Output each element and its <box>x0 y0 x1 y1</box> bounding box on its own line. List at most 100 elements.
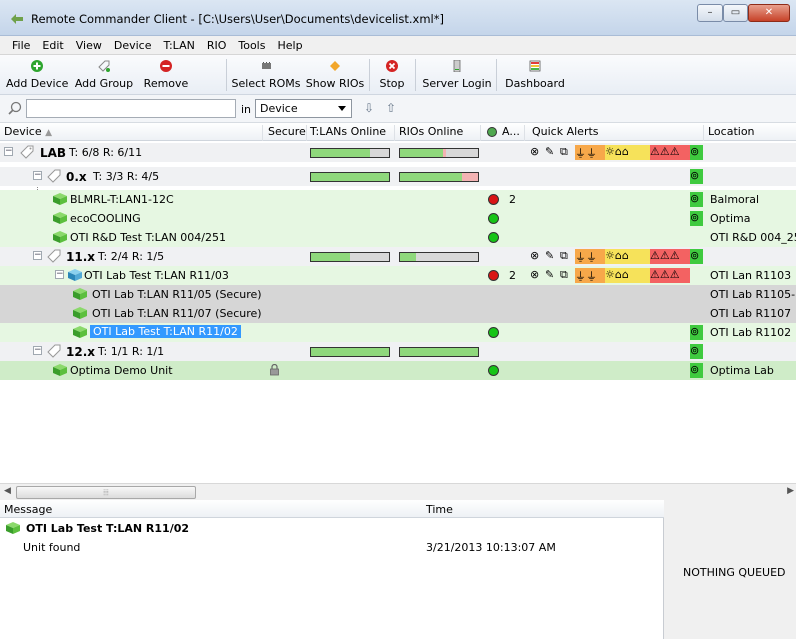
remove-button[interactable]: Remove <box>139 58 193 92</box>
bar-fill <box>400 149 443 157</box>
device-row-r1103[interactable]: − OTI Lab Test T:LAN R11/03 2 ⊗ ✎ ⧉ ⏚⏚ ☼… <box>0 266 796 285</box>
copy-alert-icon[interactable]: ⧉ <box>560 145 574 160</box>
power-alert-icon[interactable]: ⏚⏚ <box>575 249 605 264</box>
group-row-lab[interactable]: − LAB T: 6/8 R: 6/11 ⊗ ✎ ⧉ ⏚⏚ ☼⌂⌂ ⚠⚠⚠ ⊚ <box>0 143 796 162</box>
wrench-alert-icon[interactable]: ✎ <box>545 249 559 264</box>
previous-result-icon[interactable]: ⇧ <box>386 101 396 115</box>
weather-alert-icon[interactable]: ☼⌂⌂ <box>605 249 650 264</box>
rom-chip-icon <box>262 62 271 69</box>
network-alert-icon[interactable]: ⊗ <box>530 249 544 264</box>
group-tag-icon <box>47 169 61 183</box>
weather-alert-icon[interactable]: ☼⌂⌂ <box>605 145 650 160</box>
network-alert-icon[interactable]: ⊗ <box>530 145 544 160</box>
wrench-alert-icon[interactable]: ✎ <box>545 145 559 160</box>
show-rios-button[interactable]: Show RIOs <box>304 58 366 92</box>
scroll-left-icon[interactable]: ◀ <box>4 486 11 496</box>
col-quick-alerts[interactable]: Quick Alerts <box>532 125 599 138</box>
menu-file[interactable]: File <box>6 36 36 54</box>
tlans-online-bar <box>310 347 390 357</box>
menu-device[interactable]: Device <box>108 36 158 54</box>
message-source-row[interactable]: OTI Lab Test T:LAN R11/02 <box>0 519 664 538</box>
device-row-r1105[interactable]: OTI Lab T:LAN R11/05 (Secure) OTI Lab R1… <box>0 285 796 304</box>
device-row-r1107[interactable]: OTI Lab T:LAN R11/07 (Secure) OTI Lab R1… <box>0 304 796 323</box>
col-time[interactable]: Time <box>426 503 453 516</box>
menu-help[interactable]: Help <box>271 36 308 54</box>
device-name: OTI Lab T:LAN R11/05 (Secure) <box>92 288 262 301</box>
minimize-button[interactable]: – <box>697 4 723 22</box>
collapse-toggle[interactable]: − <box>33 251 42 260</box>
power-alert-icon[interactable]: ⏚⏚ <box>575 145 605 160</box>
menu-tlan[interactable]: T:LAN <box>157 36 200 54</box>
search-icon <box>8 101 22 115</box>
collapse-toggle[interactable]: − <box>4 147 13 156</box>
next-result-icon[interactable]: ⇩ <box>364 101 374 115</box>
device-row-r1102[interactable]: OTI Lab Test T:LAN R11/02 ⊚ OTI Lab R110… <box>0 323 796 342</box>
server-login-button[interactable]: Server Login <box>421 58 493 92</box>
device-row-optima-demo[interactable]: Optima Demo Unit ⊚ Optima Lab <box>0 361 796 380</box>
add-device-label: Add Device <box>6 77 69 90</box>
search-input[interactable] <box>26 99 236 118</box>
toolbar: Add Device Add Group Remove Select ROMs … <box>0 55 796 95</box>
menu-bar: File Edit View Device T:LAN RIO Tools He… <box>0 36 796 55</box>
alarm-count: 2 <box>509 193 516 206</box>
network-alert-icon[interactable]: ⊗ <box>530 268 544 283</box>
menu-rio[interactable]: RIO <box>201 36 233 54</box>
select-roms-button[interactable]: Select ROMs <box>230 58 302 92</box>
col-rios-online[interactable]: RIOs Online <box>399 125 463 138</box>
menu-view[interactable]: View <box>70 36 108 54</box>
group-row-0x[interactable]: − 0.x T: 3/3 R: 4/5 ⊚ <box>0 167 796 186</box>
weather-alert-icon[interactable]: ☼⌂⌂ <box>605 268 650 283</box>
chevron-down-icon <box>338 106 346 111</box>
device-location: OTI Lab R1107 <box>710 307 792 320</box>
scroll-right-icon[interactable]: ▶ <box>787 486 794 496</box>
alarm-status-icon <box>487 127 497 137</box>
copy-alert-icon[interactable]: ⧉ <box>560 249 574 264</box>
copy-alert-icon[interactable]: ⧉ <box>560 268 574 283</box>
menu-tools[interactable]: Tools <box>232 36 271 54</box>
collapse-toggle[interactable]: − <box>33 171 42 180</box>
col-alarm[interactable]: A... <box>502 125 520 138</box>
device-row-blmrl[interactable]: BLMRL-T:LAN1-12C 2 ⊚ Balmoral <box>0 190 796 209</box>
server-icon <box>453 60 461 72</box>
group-row-11x[interactable]: − 11.x T: 2/4 R: 1/5 ⊗ ✎ ⧉ ⏚⏚ ☼⌂⌂ ⚠⚠⚠ ⊚ <box>0 247 796 266</box>
col-secure[interactable]: Secure <box>268 125 306 138</box>
toolbar-separator <box>415 59 416 91</box>
maximize-button[interactable]: ▭ <box>723 4 748 22</box>
close-button[interactable]: ✕ <box>748 4 790 22</box>
alarm-dot-icon <box>488 270 499 281</box>
col-tlans-online[interactable]: T:LANs Online <box>310 125 386 138</box>
menu-edit[interactable]: Edit <box>36 36 69 54</box>
collapse-toggle[interactable]: − <box>55 270 64 279</box>
critical-alert-icon[interactable]: ⚠⚠⚠ <box>650 249 690 264</box>
horizontal-scrollbar[interactable]: ◀ ⦙⦙⦙ ▶ <box>0 483 796 500</box>
dashboard-button[interactable]: Dashboard <box>502 58 568 92</box>
bar-fill <box>311 253 350 261</box>
tlans-online-bar <box>310 252 390 262</box>
device-location: OTI R&D 004_251 <box>710 231 796 244</box>
alarm-dot-icon <box>488 194 499 205</box>
group-name: 12.x <box>66 345 95 359</box>
device-cube-icon <box>53 193 67 205</box>
scrollbar-thumb[interactable]: ⦙⦙⦙ <box>16 486 196 499</box>
add-device-button[interactable]: Add Device <box>6 58 68 92</box>
col-device[interactable]: Device ▲ <box>4 125 52 138</box>
col-message[interactable]: Message <box>4 503 52 516</box>
add-group-button[interactable]: Add Group <box>71 58 137 92</box>
critical-alert-icon[interactable]: ⚠⚠⚠ <box>650 268 690 283</box>
search-scope-select[interactable]: Device <box>255 99 352 118</box>
tag-add-icon <box>98 60 110 72</box>
remove-icon <box>160 60 172 72</box>
device-row-ecocooling[interactable]: ecoCOOLING ⊚ Optima <box>0 209 796 228</box>
stop-button[interactable]: Stop <box>373 58 411 92</box>
alarm-dot-icon <box>488 232 499 243</box>
group-row-12x[interactable]: − 12.x T: 1/1 R: 1/1 ⊚ <box>0 342 796 361</box>
wrench-alert-icon[interactable]: ✎ <box>545 268 559 283</box>
quick-alerts: ⊗ ✎ ⧉ ⏚⏚ ☼⌂⌂ ⚠⚠⚠ <box>530 266 690 285</box>
critical-alert-icon[interactable]: ⚠⚠⚠ <box>650 145 690 160</box>
device-row-oti-rnd[interactable]: OTI R&D Test T:LAN 004/251 OTI R&D 004_2… <box>0 228 796 247</box>
message-row[interactable]: Unit found 3/21/2013 10:13:07 AM <box>0 538 664 557</box>
collapse-toggle[interactable]: − <box>33 346 42 355</box>
col-location[interactable]: Location <box>708 125 755 138</box>
power-alert-icon[interactable]: ⏚⏚ <box>575 268 605 283</box>
device-name: OTI R&D Test T:LAN 004/251 <box>70 231 227 244</box>
